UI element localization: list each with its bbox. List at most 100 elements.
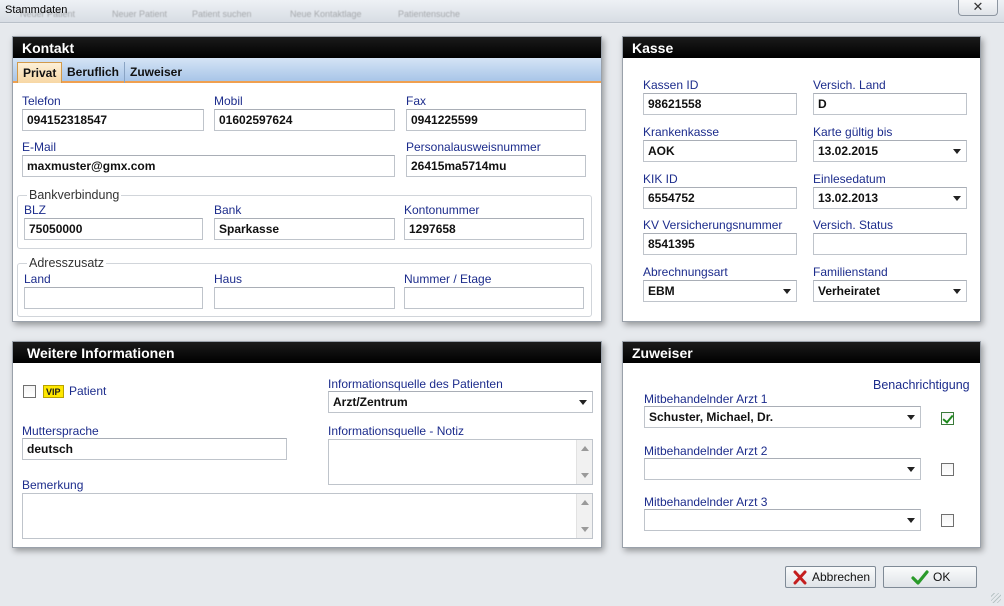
fax-field[interactable]: 0941225599 — [406, 109, 586, 131]
arzt3-label: Mitbehandelnder Arzt 3 — [644, 495, 768, 509]
krankenkasse-label: Krankenkasse — [643, 125, 720, 139]
bankverbindung-title: Bankverbindung — [27, 188, 122, 202]
kassen-id-label: Kassen ID — [643, 78, 699, 92]
kontonummer-field[interactable]: 1297658 — [404, 218, 584, 240]
ok-label: OK — [933, 570, 951, 584]
arzt1-label: Mitbehandelnder Arzt 1 — [644, 392, 768, 406]
scroll-up-icon[interactable] — [581, 500, 589, 505]
telefon-field[interactable]: 094152318547 — [22, 109, 204, 131]
scrollbar[interactable] — [576, 440, 592, 484]
einlesedatum-dropdown[interactable]: 13.02.2013 — [813, 187, 967, 209]
haus-field[interactable] — [214, 287, 395, 309]
kontakt-panel: Kontakt Privat Beruflich Zuweiser Telefo… — [12, 36, 602, 322]
arzt2-label: Mitbehandelnder Arzt 2 — [644, 444, 768, 458]
chevron-down-icon — [579, 400, 587, 405]
dialog-content: Kontakt Privat Beruflich Zuweiser Telefo… — [0, 24, 1004, 606]
resize-grip[interactable] — [991, 593, 1001, 603]
arzt2-dropdown[interactable] — [644, 458, 921, 480]
close-icon — [793, 570, 807, 585]
bemerkung-textarea[interactable] — [22, 493, 593, 539]
vip-patient-label: Patient — [69, 384, 107, 398]
muttersprache-label: Muttersprache — [22, 424, 99, 438]
blz-field[interactable]: 75050000 — [24, 218, 203, 240]
arzt1-dropdown[interactable]: Schuster, Michael, Dr. — [644, 406, 921, 428]
chevron-down-icon — [953, 149, 961, 154]
infoquelle-notiz-label: Informationsquelle - Notiz — [328, 424, 465, 438]
infoquelle-value: Arzt/Zentrum — [333, 395, 408, 409]
kasse-header: Kasse — [623, 37, 980, 58]
ghost-toolbar-item: Neuer Patient — [112, 9, 168, 19]
ok-button[interactable]: OK — [883, 566, 977, 588]
tab-privat[interactable]: Privat — [17, 62, 63, 83]
weitere-header: Weitere Informationen — [13, 342, 601, 363]
vip-badge: VIP — [43, 385, 64, 398]
tab-zuweiser[interactable]: Zuweiser — [125, 62, 187, 83]
abrechnungsart-dropdown[interactable]: EBM — [643, 280, 797, 302]
arzt1-notify-checkbox[interactable] — [941, 412, 954, 425]
arzt3-dropdown[interactable] — [644, 509, 921, 531]
scrollbar[interactable] — [576, 494, 592, 538]
muttersprache-field[interactable]: deutsch — [22, 438, 287, 460]
infoquelle-notiz-textarea[interactable] — [328, 439, 593, 485]
nummer-etage-label: Nummer / Etage — [404, 272, 492, 286]
zuweiser-header: Zuweiser — [623, 342, 980, 363]
cancel-label: Abbrechen — [812, 570, 871, 584]
krankenkasse-field[interactable]: AOK — [643, 140, 797, 162]
einlesedatum-label: Einlesedatum — [813, 172, 886, 186]
window-title: Stammdaten — [5, 4, 68, 16]
arzt2-notify-checkbox[interactable] — [941, 463, 954, 476]
versich-land-label: Versich. Land — [813, 78, 886, 92]
bank-field[interactable]: Sparkasse — [214, 218, 395, 240]
benachrichtigung-label: Benachrichtigung — [873, 378, 970, 392]
infoquelle-dropdown[interactable]: Arzt/Zentrum — [328, 391, 593, 413]
email-field[interactable]: maxmuster@gmx.com — [22, 155, 395, 177]
chevron-down-icon — [907, 467, 915, 472]
chevron-down-icon — [907, 415, 915, 420]
kik-id-field[interactable]: 6554752 — [643, 187, 797, 209]
tab-beruflich[interactable]: Beruflich — [62, 62, 126, 83]
blz-label: BLZ — [24, 203, 47, 217]
kv-nummer-field[interactable]: 8541395 — [643, 233, 797, 255]
ghost-toolbar: Neuer Patient Neuer Patient Patient such… — [0, 0, 520, 23]
bank-label: Bank — [214, 203, 242, 217]
kv-nummer-label: KV Versicherungsnummer — [643, 218, 783, 232]
haus-label: Haus — [214, 272, 243, 286]
adresszusatz-title: Adresszusatz — [27, 256, 107, 270]
chevron-down-icon — [953, 196, 961, 201]
versich-land-field[interactable]: D — [813, 93, 967, 115]
chevron-down-icon — [953, 289, 961, 294]
nummer-etage-field[interactable] — [404, 287, 584, 309]
abrechnungsart-value: EBM — [648, 284, 675, 298]
scroll-down-icon[interactable] — [581, 473, 589, 478]
chevron-down-icon — [907, 518, 915, 523]
kontakt-tabs: Privat Beruflich Zuweiser — [13, 58, 601, 83]
vip-checkbox[interactable] — [23, 385, 36, 398]
abrechnungsart-label: Abrechnungsart — [643, 265, 728, 279]
fax-label: Fax — [406, 94, 427, 108]
mobil-label: Mobil — [214, 94, 243, 108]
scroll-up-icon[interactable] — [581, 446, 589, 451]
familienstand-value: Verheiratet — [818, 284, 881, 298]
infoquelle-label: Informationsquelle des Patienten — [328, 377, 503, 391]
familienstand-label: Familienstand — [813, 265, 888, 279]
kontakt-header: Kontakt — [13, 37, 601, 58]
scroll-down-icon[interactable] — [581, 527, 589, 532]
versich-status-label: Versich. Status — [813, 218, 894, 232]
versich-status-field[interactable] — [813, 233, 967, 255]
land-field[interactable] — [24, 287, 203, 309]
einlesedatum-value: 13.02.2013 — [818, 191, 879, 205]
cancel-button[interactable]: Abbrechen — [785, 566, 876, 588]
land-label: Land — [24, 272, 51, 286]
zuweiser-panel: Zuweiser Benachrichtigung Mitbehandelnde… — [622, 341, 981, 548]
personalausweis-field[interactable]: 26415ma5714mu — [406, 155, 586, 177]
close-button[interactable]: ✕ — [958, 0, 998, 16]
kassen-id-field[interactable]: 98621558 — [643, 93, 797, 115]
arzt3-notify-checkbox[interactable] — [941, 514, 954, 527]
close-icon: ✕ — [972, 0, 984, 14]
checkmark-icon — [911, 570, 929, 585]
ghost-toolbar-item: Patient suchen — [192, 9, 252, 19]
weitere-panel: Weitere Informationen VIP Patient Inform… — [12, 341, 602, 548]
karte-gueltig-dropdown[interactable]: 13.02.2015 — [813, 140, 967, 162]
mobil-field[interactable]: 01602597624 — [214, 109, 395, 131]
familienstand-dropdown[interactable]: Verheiratet — [813, 280, 967, 302]
